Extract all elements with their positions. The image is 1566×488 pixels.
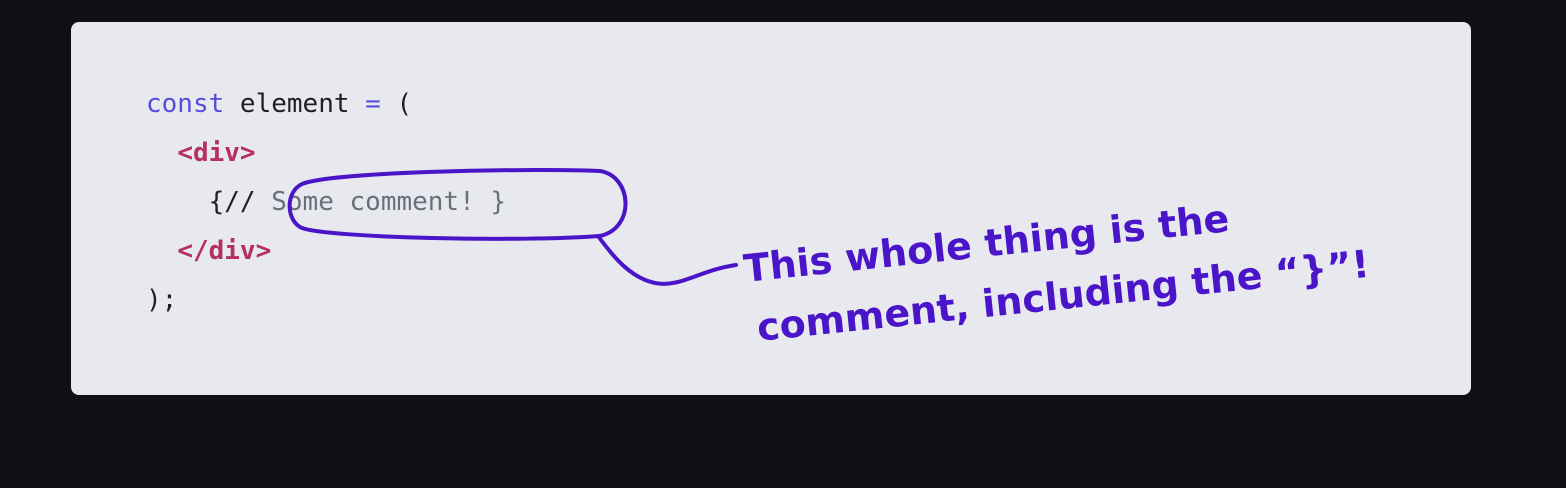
code-block: const element = ( <div> {// Some comment… [71,22,1471,395]
comment-text: Some comment! } [255,187,507,217]
code-line-1: const element = ( [146,80,506,129]
close-paren-semicolon: ); [146,285,178,315]
div-open-tag: <div> [177,138,256,168]
open-paren: ( [380,89,413,119]
code-line-4: </div> [146,227,506,276]
code-line-5: ); [146,276,506,325]
operator-equals: = [365,89,381,119]
stage: const element = ( <div> {// Some comment… [0,0,1566,488]
identifier-element: element [224,89,366,119]
code-line-2: <div> [146,129,506,178]
keyword-const: const [146,89,225,119]
code-line-3: {// Some comment! } [146,178,506,227]
code-content: const element = ( <div> {// Some comment… [146,80,506,325]
div-close-tag: </div> [177,236,272,266]
comment-open: {// [208,187,256,217]
